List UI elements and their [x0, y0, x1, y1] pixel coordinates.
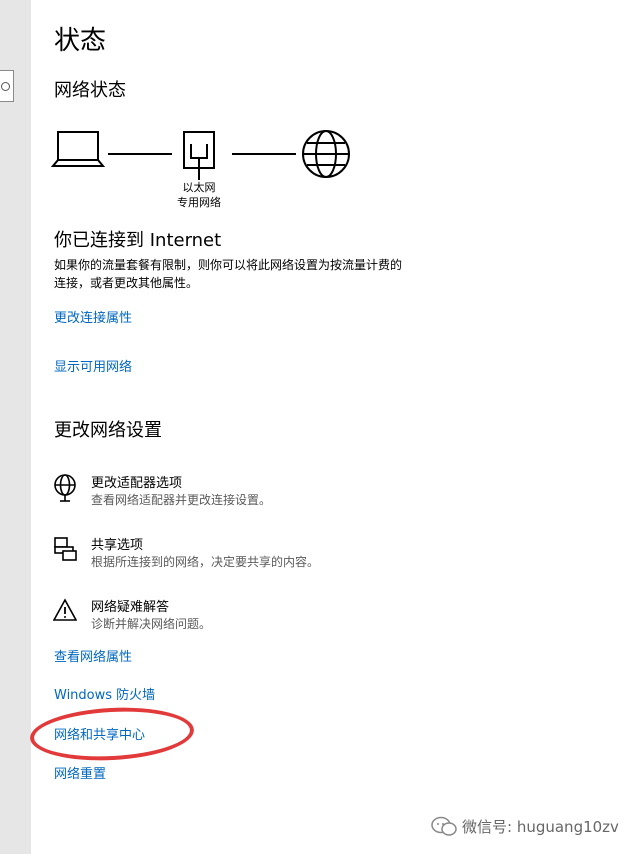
- sharing-options-subtitle: 根据所连接到的网络，决定要共享的内容。: [91, 555, 320, 569]
- adapter-name: 以太网: [182, 181, 216, 194]
- sharing-options-item[interactable]: 共享选项 根据所连接到的网络，决定要共享的内容。: [50, 532, 350, 572]
- adapter-label: 以太网 专用网络: [170, 180, 228, 210]
- troubleshoot-item[interactable]: 网络疑难解答 诊断并解决网络问题。: [50, 594, 350, 634]
- search-box-edge[interactable]: [0, 70, 14, 102]
- globe-icon: [302, 130, 350, 178]
- windows-firewall-link[interactable]: Windows 防火墙: [54, 684, 155, 703]
- change-connection-properties-link[interactable]: 更改连接属性: [54, 307, 132, 326]
- show-available-networks-link[interactable]: 显示可用网络: [54, 356, 132, 375]
- network-profile: 专用网络: [177, 196, 221, 209]
- laptop-icon: [50, 131, 106, 167]
- adapter-options-item[interactable]: 更改适配器选项 查看网络适配器并更改连接设置。: [50, 470, 350, 510]
- change-network-settings-heading: 更改网络设置: [54, 420, 162, 441]
- red-highlight-circle: [28, 703, 196, 765]
- sharing-icon: [54, 537, 77, 561]
- sharing-options-title: 共享选项: [91, 538, 144, 553]
- watermark-text: 微信号: huguang10zv: [462, 818, 619, 836]
- network-status-heading: 网络状态: [54, 80, 126, 101]
- connected-title: 你已连接到 Internet: [54, 230, 222, 251]
- metered-description-line2: 连接，或者更改其他属性。: [54, 276, 199, 290]
- page-title: 状态: [54, 26, 107, 56]
- left-sidebar-strip: [0, 0, 31, 854]
- wechat-icon: [431, 816, 457, 836]
- troubleshoot-subtitle: 诊断并解决网络问题。: [91, 617, 212, 631]
- adapter-options-subtitle: 查看网络适配器并更改连接设置。: [91, 493, 272, 507]
- globe-adapter-icon: [54, 474, 76, 502]
- adapter-options-title: 更改适配器选项: [91, 476, 183, 491]
- ethernet-icon: [183, 131, 215, 180]
- metered-description-line1: 如果你的流量套餐有限制，则你可以将此网络设置为按流量计费的: [54, 258, 403, 272]
- view-network-properties-link[interactable]: 查看网络属性: [54, 646, 132, 665]
- warning-icon: [53, 598, 77, 621]
- troubleshoot-title: 网络疑难解答: [91, 600, 170, 615]
- network-reset-link[interactable]: 网络重置: [54, 763, 106, 782]
- network-diagram: [50, 130, 350, 180]
